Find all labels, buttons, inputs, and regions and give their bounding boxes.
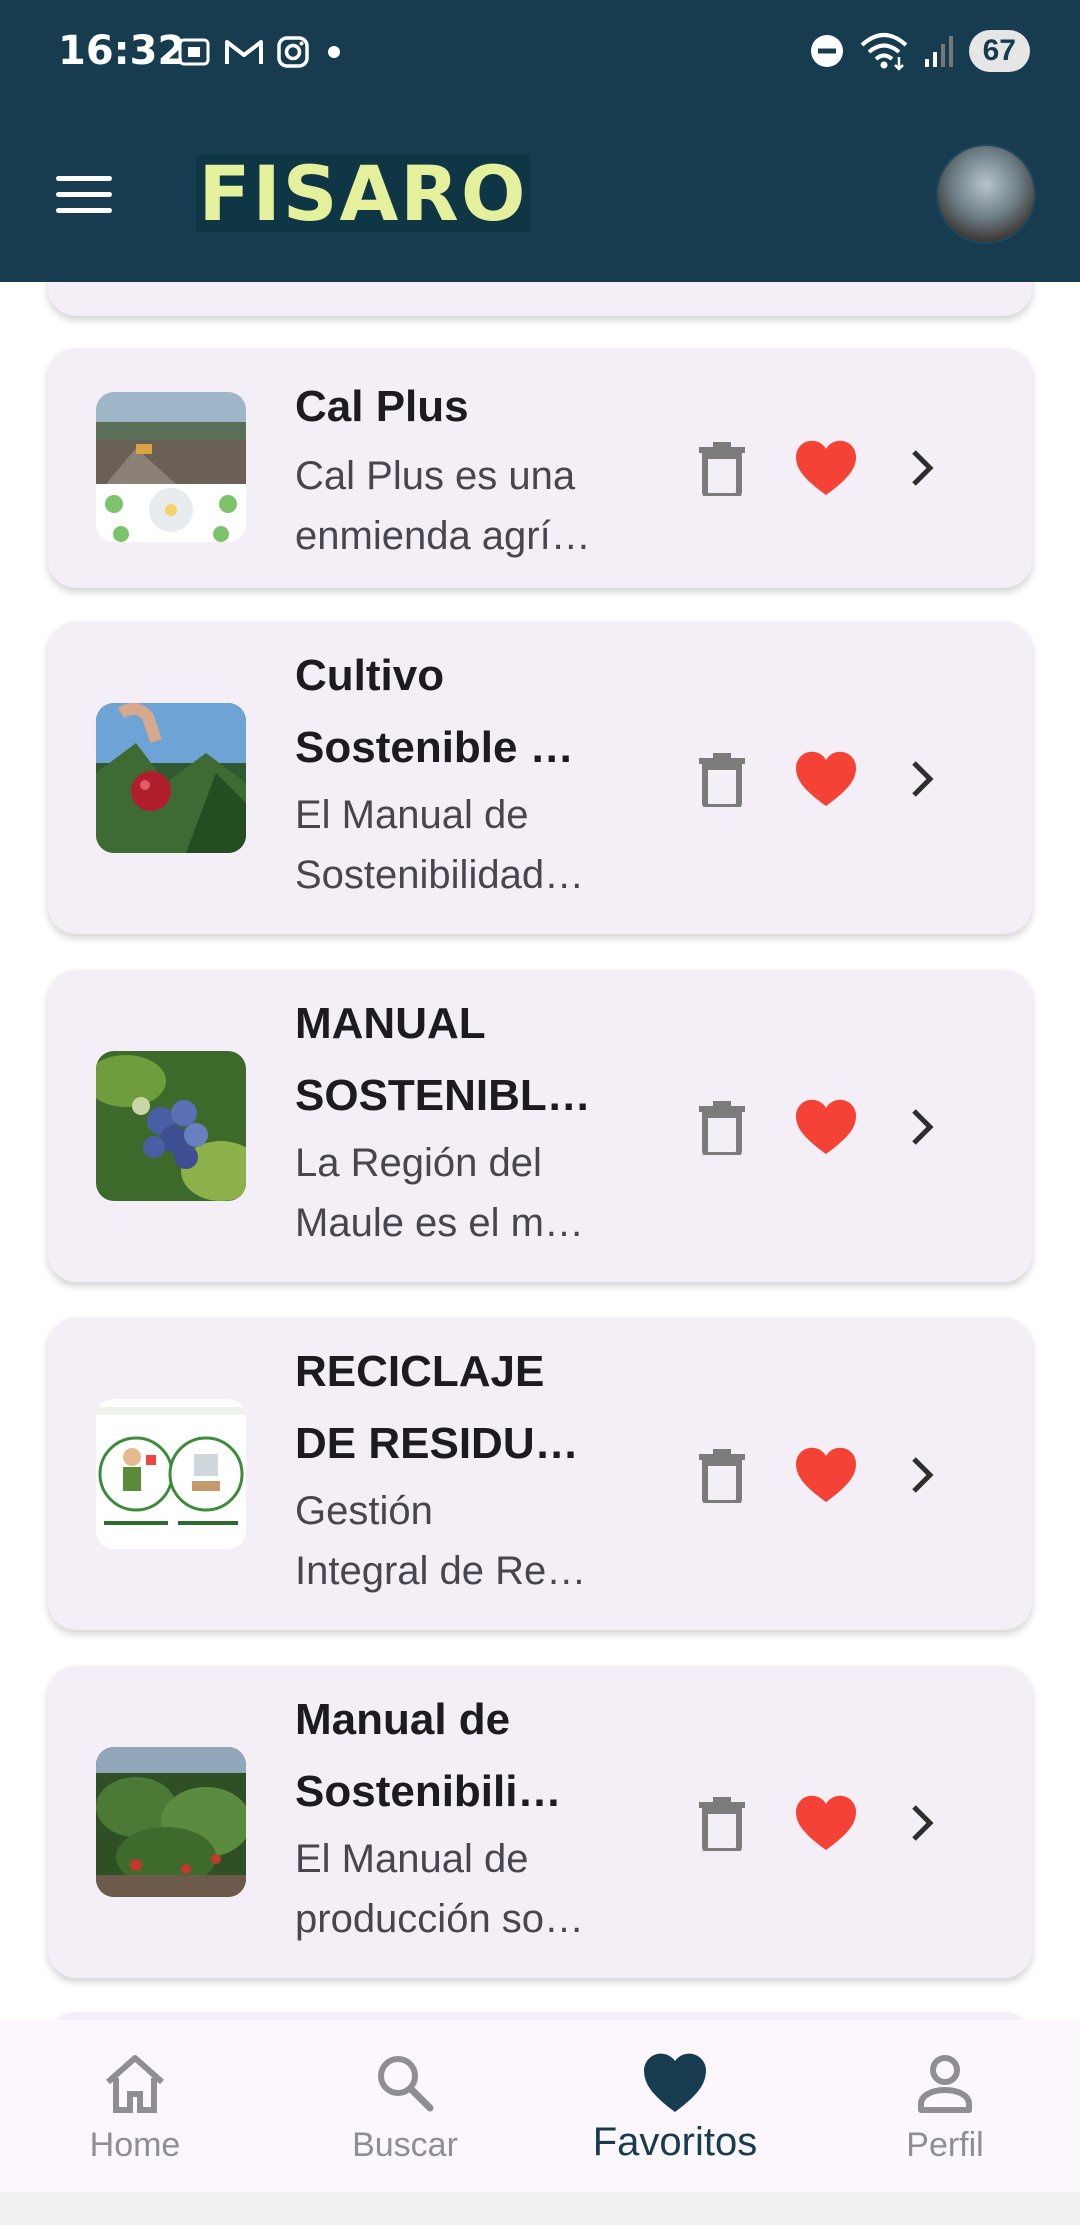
delete-icon[interactable]	[696, 438, 748, 496]
status-bar: 16:32 67	[0, 0, 1080, 110]
system-icons: 67	[809, 30, 1030, 72]
signal-icon	[924, 36, 953, 67]
favorite-card[interactable]: MANUAL SOSTENIBL… La Región del Maule es…	[48, 970, 1032, 1282]
chevron-right-icon[interactable]	[906, 757, 938, 801]
chevron-right-icon[interactable]	[906, 1453, 938, 1497]
menu-icon-line	[56, 192, 112, 197]
item-description: El Manual de Sostenibilidad…	[295, 793, 585, 897]
item-description: La Región del Maule es el m…	[295, 1141, 584, 1245]
favorite-card[interactable]: Cal Plus Cal Plus es una enmienda agrí…	[48, 348, 1032, 588]
nav-label-search: Buscar	[352, 2126, 458, 2164]
nav-label-profile: Perfil	[906, 2126, 984, 2164]
app-bar: FISARO	[0, 110, 1080, 282]
notification-icons	[176, 34, 346, 70]
screenshot-icon	[178, 38, 210, 66]
nav-label-favorites: Favoritos	[592, 2120, 758, 2164]
chevron-right-icon[interactable]	[906, 446, 938, 490]
menu-icon-line	[56, 208, 112, 213]
delete-icon[interactable]	[696, 1793, 748, 1851]
list-item-partial[interactable]	[48, 2012, 1032, 2020]
item-thumbnail	[96, 1051, 246, 1201]
nav-label-home: Home	[89, 2126, 181, 2164]
home-icon	[106, 2055, 164, 2113]
search-icon	[378, 2056, 434, 2112]
item-thumbnail	[96, 1399, 246, 1549]
profile-avatar[interactable]	[936, 144, 1036, 244]
item-description: El Manual de producción so…	[295, 1837, 585, 1941]
item-thumbnail	[96, 1747, 246, 1897]
chevron-right-icon[interactable]	[906, 1801, 938, 1845]
wifi-icon	[860, 33, 907, 71]
favorite-heart-icon[interactable]	[794, 750, 858, 808]
item-thumbnail	[96, 392, 246, 542]
favorite-card[interactable]: RECICLAJE DE RESIDU… Gestión Integral de…	[48, 1318, 1032, 1630]
favorite-heart-icon[interactable]	[794, 1794, 858, 1852]
gmail-icon	[225, 40, 263, 64]
delete-icon[interactable]	[696, 1445, 748, 1503]
battery-indicator: 67	[968, 30, 1030, 72]
logo-text: FISARO	[198, 148, 528, 238]
app-logo: FISARO	[196, 149, 530, 238]
favorites-list[interactable]: Cal Plus Cal Plus es una enmienda agrí… …	[0, 282, 1080, 2020]
instagram-icon	[277, 36, 309, 68]
gesture-bar	[0, 2192, 1080, 2225]
heart-icon	[644, 2053, 706, 2112]
item-title: RECICLAJE DE RESIDU…	[295, 1347, 579, 1468]
item-title: Manual de Sostenibili…	[295, 1695, 562, 1816]
item-title: Cal Plus	[295, 382, 469, 431]
item-description: Cal Plus es una enmienda agrí…	[295, 454, 591, 558]
item-title: MANUAL SOSTENIBL…	[295, 999, 591, 1120]
nav-item-home[interactable]: Home	[0, 2020, 270, 2192]
menu-button[interactable]	[56, 176, 112, 216]
favorite-card[interactable]: Cultivo Sostenible … El Manual de Sosten…	[48, 622, 1032, 934]
bottom-navigation: Home Buscar Favoritos Perfil	[0, 2020, 1080, 2192]
item-thumbnail	[96, 703, 246, 853]
person-icon	[918, 2055, 972, 2113]
nav-item-favorites[interactable]: Favoritos	[540, 2020, 810, 2192]
do-not-disturb-icon	[810, 35, 843, 67]
delete-icon[interactable]	[696, 1097, 748, 1155]
menu-icon-line	[56, 176, 112, 181]
status-time: 16:32	[58, 28, 186, 74]
item-description: Gestión Integral de Re…	[295, 1489, 587, 1593]
nav-item-profile[interactable]: Perfil	[810, 2020, 1080, 2192]
favorite-card[interactable]: Manual de Sostenibili… El Manual de prod…	[48, 1666, 1032, 1978]
delete-icon[interactable]	[696, 749, 748, 807]
favorite-heart-icon[interactable]	[794, 1446, 858, 1504]
favorite-heart-icon[interactable]	[794, 1098, 858, 1156]
nav-item-search[interactable]: Buscar	[270, 2020, 540, 2192]
favorite-heart-icon[interactable]	[794, 439, 858, 497]
more-notifications-dot-icon	[328, 46, 340, 58]
chevron-right-icon[interactable]	[906, 1105, 938, 1149]
list-item-partial[interactable]	[48, 282, 1032, 316]
item-title: Cultivo Sostenible …	[295, 651, 574, 772]
